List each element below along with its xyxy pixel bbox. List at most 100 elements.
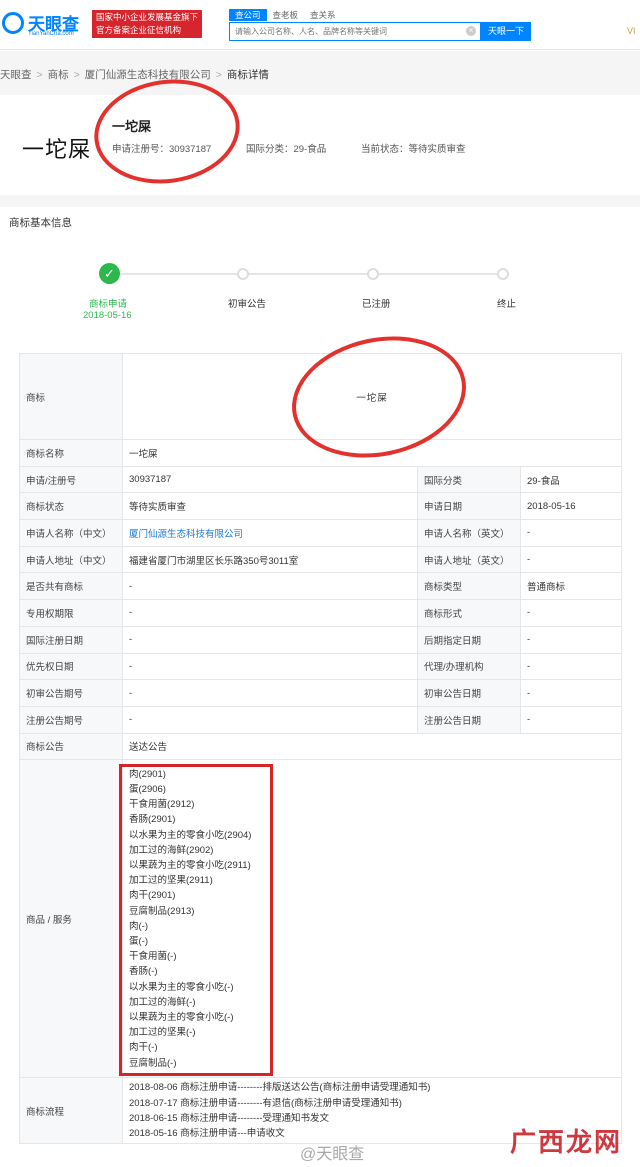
- cell-label: 商标形式: [417, 599, 521, 627]
- table-row: 商品 / 服务 肉(2901) 蛋(2906) 干食用菌(2912) 香肠(29…: [19, 759, 623, 1079]
- cell-value: -: [519, 519, 623, 547]
- cell-value: 普通商标: [519, 572, 623, 601]
- cell-label: 申请人名称（中文）: [19, 519, 123, 547]
- intl-class: 国际分类：29-食品: [246, 144, 327, 155]
- logo-icon: [2, 12, 24, 34]
- search-tabs: 查公司 查老板 查关系: [229, 9, 342, 21]
- cell-label: 注册公告期号: [19, 705, 123, 734]
- table-row: 是否共有商标 - 商标类型 普通商标: [19, 572, 623, 601]
- cell-label: 商标: [19, 353, 123, 440]
- vip-link[interactable]: VI: [627, 26, 636, 36]
- table-row: 初审公告期号 - 初审公告日期 -: [19, 679, 623, 707]
- step-label-apply: 商标申请: [89, 299, 128, 310]
- search-input[interactable]: [230, 23, 460, 40]
- breadcrumb-bar: 天眼查 > 商标 > 厦门仙源生态科技有限公司 > 商标详情: [0, 51, 640, 95]
- table-row: 国际注册日期 - 后期指定日期 -: [19, 625, 623, 654]
- certification-badge: 国家中小企业发展基金旗下 官方备案企业征信机构: [92, 10, 202, 38]
- cell-label: 商品 / 服务: [19, 759, 123, 1079]
- cell-label: 优先权日期: [19, 652, 123, 681]
- cell-value: -: [122, 679, 418, 707]
- cell-value: -: [122, 625, 418, 654]
- cell-label: 代理/办理机构: [417, 652, 521, 681]
- table-row: 申请人名称（中文） 厦门仙源生态科技有限公司 申请人名称（英文） -: [19, 519, 623, 547]
- trademark-image: 一坨屎: [22, 138, 92, 163]
- check-icon: ✓: [99, 263, 120, 284]
- cell-value: -: [519, 705, 623, 734]
- step-label-registered: 已注册: [362, 299, 391, 310]
- breadcrumb-trademark[interactable]: 商标: [48, 69, 69, 81]
- top-bar: 天眼查 TianYanCha.com 国家中小企业发展基金旗下 官方备案企业征信…: [0, 0, 640, 50]
- cell-value: -: [122, 599, 418, 627]
- cell-label: 商标状态: [19, 492, 123, 521]
- step-label-terminated: 终止: [497, 299, 517, 310]
- current-status: 当前状态：等待实质审查: [361, 144, 466, 155]
- cell-label: 是否共有商标: [19, 572, 123, 601]
- red-box-annotation: [119, 764, 273, 1076]
- cell-label: 商标类型: [417, 572, 521, 601]
- logo[interactable]: 天眼查 TianYanCha.com: [2, 10, 92, 40]
- cell-value: -: [122, 572, 418, 601]
- cell-value: -: [519, 545, 623, 574]
- cell-value: -: [122, 652, 418, 681]
- trademark-info-table: 商标 一坨屎 商标名称 一坨屎 申请/注册号 30937187 国际分类 29-…: [19, 353, 623, 1145]
- search-button[interactable]: 天眼一下: [481, 22, 531, 41]
- cell-value: -: [519, 599, 623, 627]
- cell-label: 初审公告期号: [19, 679, 123, 707]
- status-steps: ✓ 商标申请 初审公告 已注册 终止 2018-05-16: [0, 262, 640, 322]
- step-label-prelim: 初审公告: [228, 299, 267, 310]
- cell-value: 29-食品: [519, 465, 623, 494]
- step-track: [110, 273, 504, 275]
- breadcrumb-separator: >: [215, 69, 222, 81]
- step-dot: [237, 268, 249, 280]
- tab-relation[interactable]: 查关系: [304, 9, 342, 21]
- breadcrumb: 天眼查 > 商标 > 厦门仙源生态科技有限公司 > 商标详情: [0, 67, 269, 82]
- cell-value: -: [519, 625, 623, 654]
- cell-label: 国际分类: [417, 465, 521, 494]
- step-dot: [497, 268, 509, 280]
- table-row: 专用权期限 - 商标形式 -: [19, 599, 623, 627]
- cell-label: 注册公告日期: [417, 705, 521, 734]
- cell-value: 送达公告: [121, 732, 623, 761]
- table-row: 申请/注册号 30937187 国际分类 29-食品: [19, 465, 623, 494]
- table-row: 商标公告 送达公告: [19, 732, 623, 761]
- breadcrumb-company[interactable]: 厦门仙源生态科技有限公司: [85, 69, 211, 81]
- tab-company[interactable]: 查公司: [229, 9, 267, 21]
- table-row: 优先权日期 - 代理/办理机构 -: [19, 652, 623, 681]
- cell-label: 国际注册日期: [19, 625, 123, 654]
- cell-value: 福建省厦门市湖里区长乐路350号3011室: [122, 545, 418, 574]
- section-divider: [0, 195, 640, 207]
- step-dot: [367, 268, 379, 280]
- breadcrumb-separator: >: [73, 69, 80, 81]
- tab-boss[interactable]: 查老板: [267, 9, 305, 21]
- table-row: 申请人地址（中文） 福建省厦门市湖里区长乐路350号3011室 申请人地址（英文…: [19, 545, 623, 574]
- cell-value: 等待实质审查: [122, 492, 418, 521]
- breadcrumb-home[interactable]: 天眼查: [0, 69, 32, 81]
- step-date: 2018-05-16: [83, 310, 132, 321]
- cell-value: 30937187: [122, 465, 418, 494]
- cell-label: 商标流程: [19, 1077, 123, 1145]
- cell-value: 2018-05-16: [519, 492, 623, 521]
- list-item: 2018-08-06 商标注册申请--------排版送达公告(商标注册申请受理…: [129, 1082, 431, 1094]
- badge-line-2: 官方备案企业征信机构: [96, 25, 182, 35]
- breadcrumb-separator: >: [36, 69, 43, 81]
- cell-label: 后期指定日期: [417, 625, 521, 654]
- clear-icon[interactable]: ×: [466, 26, 476, 36]
- badge-line-1: 国家中小企业发展基金旗下: [96, 12, 199, 22]
- table-row: 商标状态 等待实质审查 申请日期 2018-05-16: [19, 492, 623, 521]
- cell-label: 申请人名称（英文）: [417, 519, 521, 547]
- cell-label: 申请日期: [417, 492, 521, 521]
- cell-label: 申请人地址（中文）: [19, 545, 123, 574]
- table-row: 注册公告期号 - 注册公告日期 -: [19, 705, 623, 734]
- cell-label: 申请人地址（英文）: [417, 545, 521, 574]
- site-watermark: 广西龙网: [510, 1127, 623, 1157]
- cell-label: 初审公告日期: [417, 679, 521, 707]
- cell-value: -: [122, 705, 418, 734]
- applicant-company-link[interactable]: 厦门仙源生态科技有限公司: [122, 519, 418, 547]
- cell-label: 专用权期限: [19, 599, 123, 627]
- cell-label: 商标名称: [19, 439, 123, 467]
- list-item: 2018-07-17 商标注册申请--------有退信(商标注册申请受理通知书…: [129, 1097, 402, 1109]
- breadcrumb-current: 商标详情: [226, 69, 269, 81]
- search-box: ×: [229, 22, 481, 41]
- cell-value: -: [519, 679, 623, 707]
- cell-value: -: [519, 652, 623, 681]
